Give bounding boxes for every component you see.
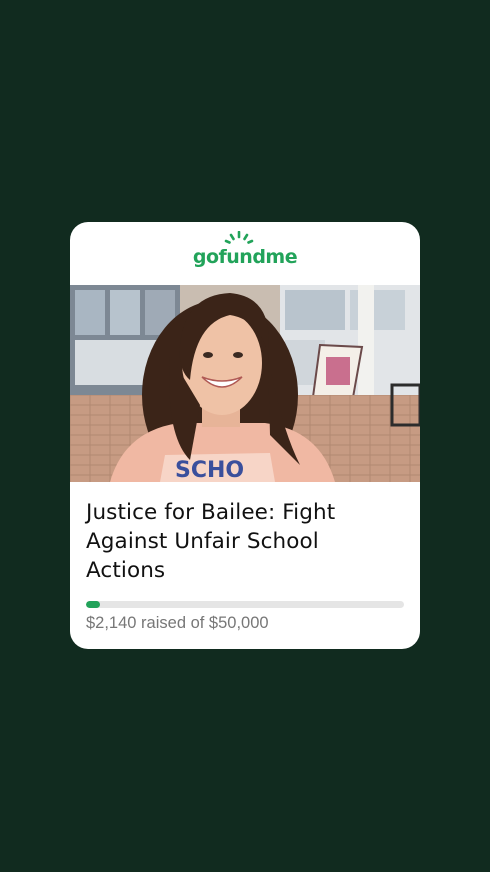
svg-text:SCHO: SCHO [175, 458, 244, 482]
progress-fill [86, 601, 100, 608]
progress-bar [86, 601, 404, 608]
campaign-photo: SCHO [70, 285, 420, 482]
fundraiser-card[interactable]: gofundme SCHO Justice for Bailee: Fight … [70, 222, 420, 649]
logo-sun-icon [224, 230, 254, 244]
logo-text: gofundme [192, 245, 298, 268]
raised-amount: $2,140 raised of $50,000 [86, 614, 269, 632]
card-content: Justice for Bailee: Fight Against Unfair… [70, 482, 420, 633]
campaign-title[interactable]: Justice for Bailee: Fight Against Unfair… [86, 498, 404, 585]
gofundme-logo: gofundme [192, 230, 298, 268]
logo-bar: gofundme [70, 222, 420, 285]
